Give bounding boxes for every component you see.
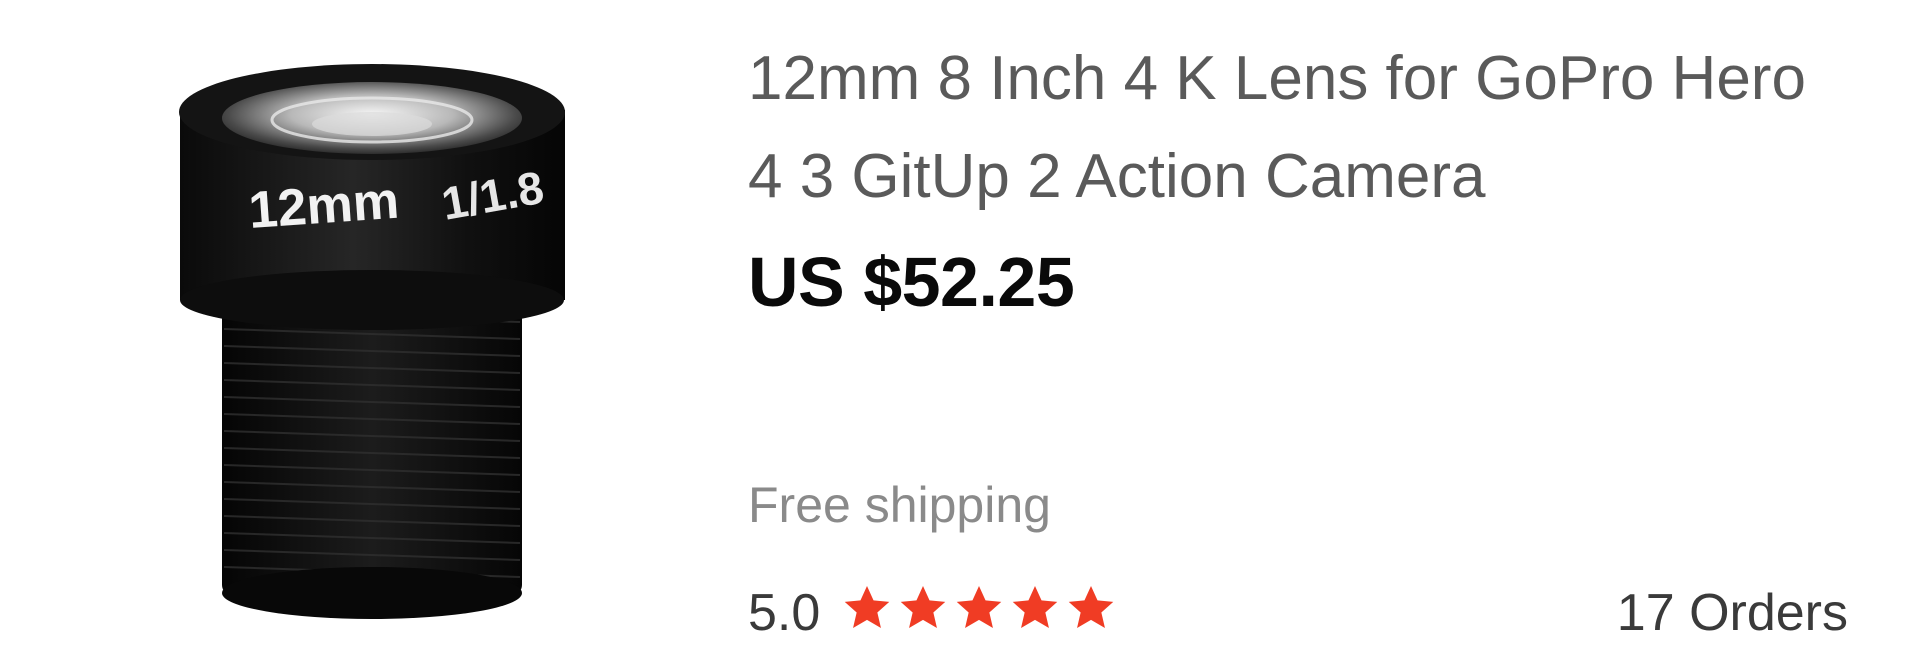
lens-image: 12mm 1/1.8 xyxy=(179,64,565,619)
rating-row: 5.0 17 Orders xyxy=(748,575,1848,645)
star-icon xyxy=(900,585,946,629)
product-title[interactable]: 12mm 8 Inch 4 K Lens for GoPro Hero 4 3 … xyxy=(748,30,1848,226)
product-info: 12mm 8 Inch 4 K Lens for GoPro Hero 4 3 … xyxy=(748,30,1848,650)
star-rating xyxy=(840,581,1118,635)
shipping-label: Free shipping xyxy=(748,477,1051,533)
star-icon xyxy=(1012,585,1058,629)
lens-label-text: 12mm xyxy=(247,172,401,240)
star-icon xyxy=(1068,585,1114,629)
product-image[interactable]: 12mm 1/1.8 xyxy=(150,40,610,630)
star-icon xyxy=(956,585,1002,629)
orders-count: 17 Orders xyxy=(1616,584,1848,642)
product-price: US $52.25 xyxy=(748,243,1075,321)
rating-value: 5.0 xyxy=(748,584,821,642)
product-card[interactable]: 12mm 1/1.8 12mm 8 Inch 4 K Lens for GoPr… xyxy=(0,0,1920,662)
star-icon xyxy=(844,585,890,629)
